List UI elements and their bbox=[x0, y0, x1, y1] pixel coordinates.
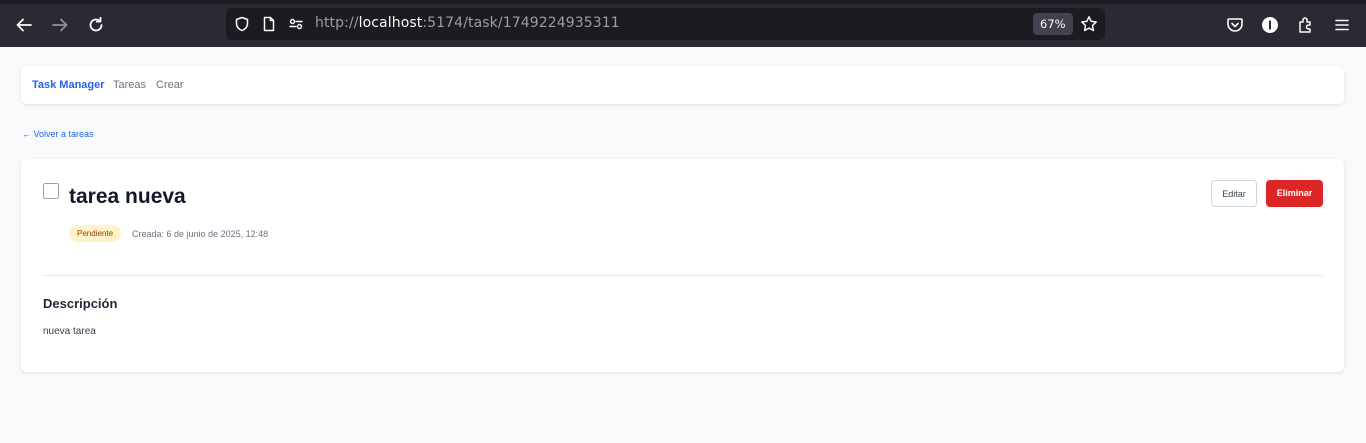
edit-button[interactable]: Editar bbox=[1211, 180, 1257, 207]
task-complete-checkbox[interactable] bbox=[43, 183, 59, 199]
extensions-icon[interactable] bbox=[1293, 12, 1319, 38]
back-arrow-icon[interactable] bbox=[11, 12, 37, 38]
zoom-level-badge[interactable]: 67% bbox=[1033, 13, 1073, 35]
url-path: :5174/task/1749224935311 bbox=[422, 15, 620, 31]
nav-link-tareas[interactable]: Tareas bbox=[113, 79, 146, 91]
task-detail-card: tarea nueva Pendiente Creada: 6 de junio… bbox=[21, 159, 1344, 372]
top-navbar: Task Manager Tareas Crear bbox=[21, 66, 1344, 104]
nav-link-crear[interactable]: Crear bbox=[156, 79, 184, 91]
browser-toolbar: http://localhost:5174/task/1749224935311… bbox=[0, 0, 1366, 47]
url-text[interactable]: http://localhost:5174/task/1749224935311 bbox=[315, 15, 620, 31]
created-date: Creada: 6 de junio de 2025, 12:48 bbox=[132, 229, 269, 239]
shield-icon[interactable] bbox=[229, 11, 255, 37]
account-icon[interactable] bbox=[1257, 12, 1283, 38]
bookmark-star-icon[interactable] bbox=[1076, 11, 1102, 37]
permissions-icon[interactable] bbox=[283, 11, 309, 37]
divider bbox=[43, 275, 1323, 276]
url-host: localhost bbox=[358, 15, 423, 31]
pocket-icon[interactable] bbox=[1222, 12, 1248, 38]
url-prefix: http:// bbox=[315, 15, 359, 31]
task-title: tarea nueva bbox=[69, 185, 186, 208]
brand-link[interactable]: Task Manager bbox=[32, 79, 105, 91]
description-text: nueva tarea bbox=[43, 326, 96, 337]
menu-icon[interactable] bbox=[1329, 12, 1355, 38]
description-heading: Descripción bbox=[43, 296, 118, 311]
address-bar[interactable]: http://localhost:5174/task/1749224935311… bbox=[226, 8, 1105, 40]
forward-arrow-icon[interactable] bbox=[47, 12, 73, 38]
status-badge: Pendiente bbox=[69, 225, 122, 242]
page-icon[interactable] bbox=[256, 11, 282, 37]
back-to-tasks-link[interactable]: ← Volver a tareas bbox=[22, 129, 94, 139]
reload-icon[interactable] bbox=[83, 12, 109, 38]
delete-button[interactable]: Eliminar bbox=[1266, 180, 1323, 207]
